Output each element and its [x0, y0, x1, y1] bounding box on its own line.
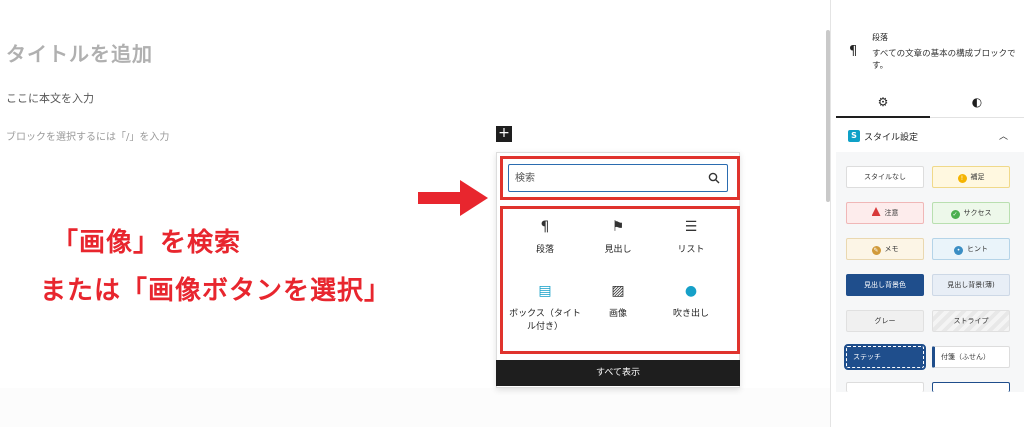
style-option-memo[interactable]: ✎ メモ [846, 238, 924, 260]
style-option-none[interactable]: スタイルなし [846, 166, 924, 188]
editor-footer-area [0, 388, 830, 427]
check-icon: ✓ [950, 210, 960, 219]
post-body-paragraph[interactable]: ここに本文を入力 [6, 90, 94, 106]
style-settings-panel-header[interactable]: S スタイル設定 ︿ [836, 122, 1024, 150]
block-card-title: 段落 [872, 33, 888, 42]
alert-icon: ! [957, 174, 967, 183]
style-option-label: メモ [884, 245, 899, 253]
style-option-partial-1[interactable] [846, 382, 924, 392]
show-all-button[interactable]: すべて表示 [496, 360, 740, 386]
add-block-button[interactable]: + [496, 126, 512, 142]
style-option-heading-bg-light[interactable]: 見出し背景(薄) [932, 274, 1010, 296]
style-option-label: ステッチ [853, 353, 881, 361]
editor-scrollbar[interactable] [826, 30, 830, 202]
style-option-supplement[interactable]: ! 補足 [932, 166, 1010, 188]
style-option-partial-2[interactable] [932, 382, 1010, 392]
annotation-line-1: 「画像」を検索 [52, 228, 242, 258]
sidebar-tabs: ⚙ ◐ [836, 88, 1024, 118]
panel-title: スタイル設定 [864, 133, 919, 143]
style-option-success[interactable]: ✓ サクセス [932, 202, 1010, 224]
style-option-label: 見出し背景(薄) [947, 281, 995, 289]
lightbulb-icon: • [954, 246, 963, 255]
style-option-heading-bg[interactable]: 見出し背景色 [846, 274, 924, 296]
post-title-input[interactable]: タイトルを追加 [6, 38, 153, 67]
contrast-icon: ◐ [971, 95, 983, 109]
style-option-stripe[interactable]: ストライプ [932, 310, 1010, 332]
style-option-label: 補足 [970, 173, 985, 181]
style-option-label: ストライプ [953, 317, 989, 325]
annotation-line-2: または「画像ボタンを選択」 [40, 276, 392, 306]
block-appender-hint[interactable]: ブロックを選択するには「/」を入力 [6, 128, 169, 143]
style-option-gray[interactable]: グレー [846, 310, 924, 332]
tab-styles[interactable]: ◐ [930, 88, 1024, 118]
chevron-up-icon[interactable]: ︿ [999, 129, 1008, 142]
annotation-arrow-icon [418, 180, 488, 216]
search-highlight-frame [500, 156, 740, 200]
style-option-caution[interactable]: 注意 [846, 202, 924, 224]
pencil-icon: ✎ [871, 246, 881, 255]
style-option-label: 注意 [884, 209, 899, 217]
block-card-description: すべての文章の基本の構成ブロックです。 [872, 49, 1016, 71]
gear-icon: ⚙ [877, 95, 889, 109]
swell-logo-icon: S [848, 130, 860, 142]
style-option-hint[interactable]: • ヒント [932, 238, 1010, 260]
paragraph-icon: ¶ [849, 44, 858, 59]
warning-icon [871, 207, 881, 216]
style-option-label: グレー [874, 317, 896, 325]
tab-settings[interactable]: ⚙ [836, 88, 930, 118]
style-option-label: ヒント [967, 245, 988, 253]
style-option-stitch[interactable]: ステッチ [844, 344, 926, 370]
style-option-label: スタイルなし [864, 173, 906, 181]
style-option-label: 付箋（ふせん） [941, 353, 990, 361]
block-grid-highlight-frame [500, 206, 740, 354]
style-option-sticky-note[interactable]: 付箋（ふせん） [932, 346, 1010, 368]
style-option-label: サクセス [963, 209, 992, 217]
style-option-label: 見出し背景色 [864, 281, 906, 289]
